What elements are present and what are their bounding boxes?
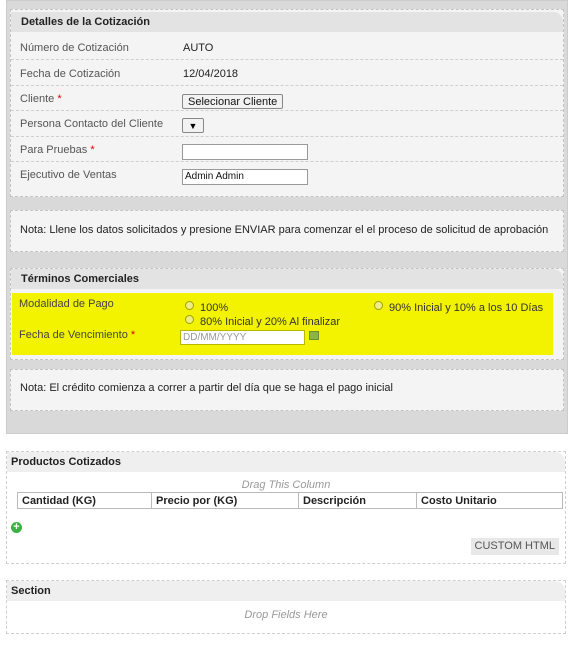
modalidad-label: Modalidad de Pago: [19, 298, 114, 310]
pruebas-row: Para Pruebas *: [11, 137, 563, 162]
ejecutivo-row: Ejecutivo de Ventas Admin Admin: [11, 162, 563, 196]
vencimiento-input[interactable]: DD/MM/YYYY: [180, 330, 305, 345]
col-precio[interactable]: Precio por (KG): [151, 492, 299, 509]
ejecutivo-label: Ejecutivo de Ventas: [20, 169, 117, 181]
pruebas-input[interactable]: [182, 144, 308, 160]
fecha-value: 12/04/2018: [183, 68, 239, 80]
col-cantidad[interactable]: Cantidad (KG): [17, 492, 152, 509]
terminos-title: Términos Comerciales: [11, 269, 563, 289]
cliente-row: Cliente * Selecionar Cliente: [11, 86, 563, 111]
detalles-title: Detalles de la Cotización: [11, 12, 563, 32]
contacto-row: Persona Contacto del Cliente ▼: [11, 111, 563, 137]
form-frame: Detalles de la Cotización Número de Coti…: [6, 0, 568, 434]
radio-90-10[interactable]: [374, 301, 383, 310]
vencimiento-label: Fecha de Vencimiento *: [19, 329, 136, 341]
numero-value: AUTO: [183, 42, 214, 54]
col-costo[interactable]: Costo Unitario: [416, 492, 563, 509]
radio-100[interactable]: [185, 301, 194, 310]
custom-html-button[interactable]: CUSTOM HTML: [470, 538, 559, 555]
col-descripcion[interactable]: Descripción: [298, 492, 417, 509]
section-title: Section: [7, 581, 565, 601]
pruebas-label: Para Pruebas *: [20, 144, 95, 156]
fecha-row: Fecha de Cotización 12/04/2018: [11, 60, 563, 86]
radio-80-20[interactable]: [185, 315, 194, 324]
contacto-label: Persona Contacto del Cliente: [20, 118, 164, 130]
cliente-label: Cliente *: [20, 93, 62, 105]
add-row-icon[interactable]: +: [11, 522, 22, 533]
calendar-icon[interactable]: [309, 331, 319, 340]
productos-table: Cantidad (KG) Precio por (KG) Descripció…: [17, 492, 563, 509]
section-block: Section Drop Fields Here: [6, 580, 566, 634]
ejecutivo-input[interactable]: Admin Admin: [182, 169, 308, 185]
nota-terminos: Nota: El crédito comienza a correr a par…: [20, 382, 393, 394]
productos-title: Productos Cotizados: [7, 452, 565, 472]
nota-detalles-panel: Nota: Llene los datos solicitados y pres…: [10, 210, 564, 252]
nota-terminos-panel: Nota: El crédito comienza a correr a par…: [10, 369, 564, 411]
numero-row: Número de Cotización AUTO: [11, 35, 563, 60]
radio-80-20-label: 80% Inicial y 20% Al finalizar: [200, 316, 341, 328]
fecha-label: Fecha de Cotización: [20, 68, 121, 80]
numero-label: Número de Cotización: [20, 42, 129, 54]
radio-90-10-label: 90% Inicial y 10% a los 10 Días: [389, 302, 544, 314]
drop-fields-hint: Drop Fields Here: [244, 609, 328, 621]
nota-detalles: Nota: Llene los datos solicitados y pres…: [20, 224, 549, 236]
drag-column-hint: Drag This Column: [241, 479, 331, 491]
radio-100-label: 100%: [200, 302, 229, 314]
detalles-panel: Detalles de la Cotización Número de Coti…: [10, 9, 564, 197]
productos-section: Productos Cotizados Drag This Column Can…: [6, 451, 566, 564]
seleccionar-cliente-button[interactable]: Selecionar Cliente: [182, 94, 284, 109]
contacto-select[interactable]: ▼: [182, 118, 204, 133]
